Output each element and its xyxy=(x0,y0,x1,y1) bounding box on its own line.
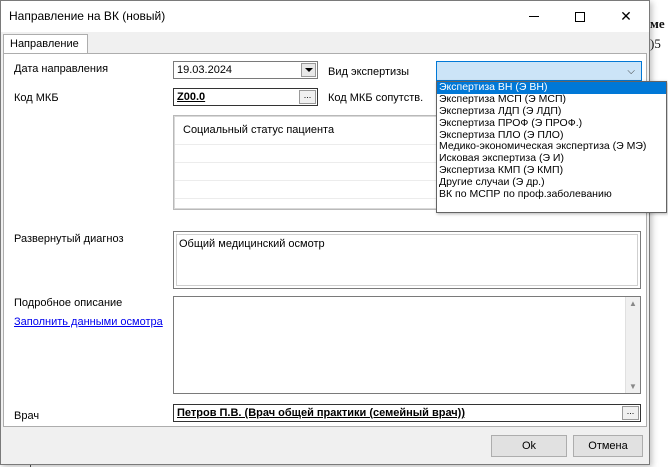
background-text-fragment: )5 xyxy=(650,36,661,51)
mkb-select-button[interactable]: ... xyxy=(299,90,316,104)
dropdown-option[interactable]: Экспертиза ЛДП (Э ЛДП) xyxy=(437,105,666,118)
fill-from-exam-link[interactable]: Заполнить данными осмотра xyxy=(14,316,163,328)
dialog-window: Направление на ВК (новый) ✕ Направление … xyxy=(0,0,650,465)
tab-napravlenie[interactable]: Направление xyxy=(3,34,88,54)
minimize-icon xyxy=(529,16,539,17)
description-scrollbar[interactable]: ▲ ▼ xyxy=(625,297,640,393)
description-label: Подробное описание xyxy=(14,297,123,309)
mkb-label: Код МКБ xyxy=(14,92,59,104)
close-button[interactable]: ✕ xyxy=(603,1,649,32)
doctor-field[interactable]: Петров П.В. (Врач общей практики (семейн… xyxy=(173,404,641,422)
maximize-icon xyxy=(575,11,585,22)
diagnosis-field[interactable]: Общий медицинский осмотр xyxy=(173,231,641,289)
window-title: Направление на ВК (новый) xyxy=(9,9,166,23)
expertise-label: Вид экспертизы xyxy=(328,66,410,78)
tab-strip: Направление xyxy=(3,32,649,54)
maximize-button[interactable] xyxy=(557,1,603,32)
title-bar[interactable]: Направление на ВК (новый) ✕ xyxy=(1,1,649,32)
dropdown-option[interactable]: Экспертиза ПРОФ (Э ПРОФ.) xyxy=(437,117,666,130)
expertise-combobox[interactable]: ⌵ xyxy=(436,61,642,81)
dropdown-option[interactable]: Экспертиза МСП (Э МСП) xyxy=(437,93,666,106)
expertise-dropdown-list: Экспертиза ВН (Э ВН) Экспертиза МСП (Э М… xyxy=(436,81,667,213)
description-field[interactable]: ▲ ▼ xyxy=(173,296,641,394)
mkb-field[interactable]: Z00.0 ... xyxy=(173,88,318,106)
chevron-down-icon xyxy=(304,68,313,72)
doctor-label: Врач xyxy=(14,410,40,422)
diagnosis-value: Общий медицинский осмотр xyxy=(179,238,325,250)
doctor-select-button[interactable]: ... xyxy=(622,406,639,420)
date-label: Дата направления xyxy=(14,63,109,75)
cancel-button[interactable]: Отмена xyxy=(573,435,643,457)
minimize-button[interactable] xyxy=(511,1,557,32)
chevron-down-icon: ⌵ xyxy=(627,66,635,77)
diagnosis-label: Развернутый диагноз xyxy=(14,233,124,245)
date-field[interactable]: 19.03.2024 xyxy=(173,61,318,79)
date-dropdown-button[interactable] xyxy=(301,63,316,77)
diagnosis-inner: Общий медицинский осмотр xyxy=(176,234,638,286)
date-value: 19.03.2024 xyxy=(177,64,233,76)
mkb-value: Z00.0 xyxy=(177,91,206,103)
scroll-up-icon[interactable]: ▲ xyxy=(629,299,637,308)
scroll-down-icon[interactable]: ▼ xyxy=(629,382,637,391)
dropdown-option[interactable]: ВК по МСПР по проф.заболеванию xyxy=(437,188,666,201)
dialog-footer: Ok Отмена xyxy=(3,429,649,464)
doctor-value: Петров П.В. (Врач общей практики (семейн… xyxy=(177,407,466,419)
background-text-fragment: ме xyxy=(650,16,665,31)
mkb-assoc-label: Код МКБ сопутств. xyxy=(328,92,424,104)
social-status-text: Социальный статус пациента xyxy=(183,124,335,136)
close-icon: ✕ xyxy=(620,8,632,24)
ok-button[interactable]: Ok xyxy=(491,435,567,457)
